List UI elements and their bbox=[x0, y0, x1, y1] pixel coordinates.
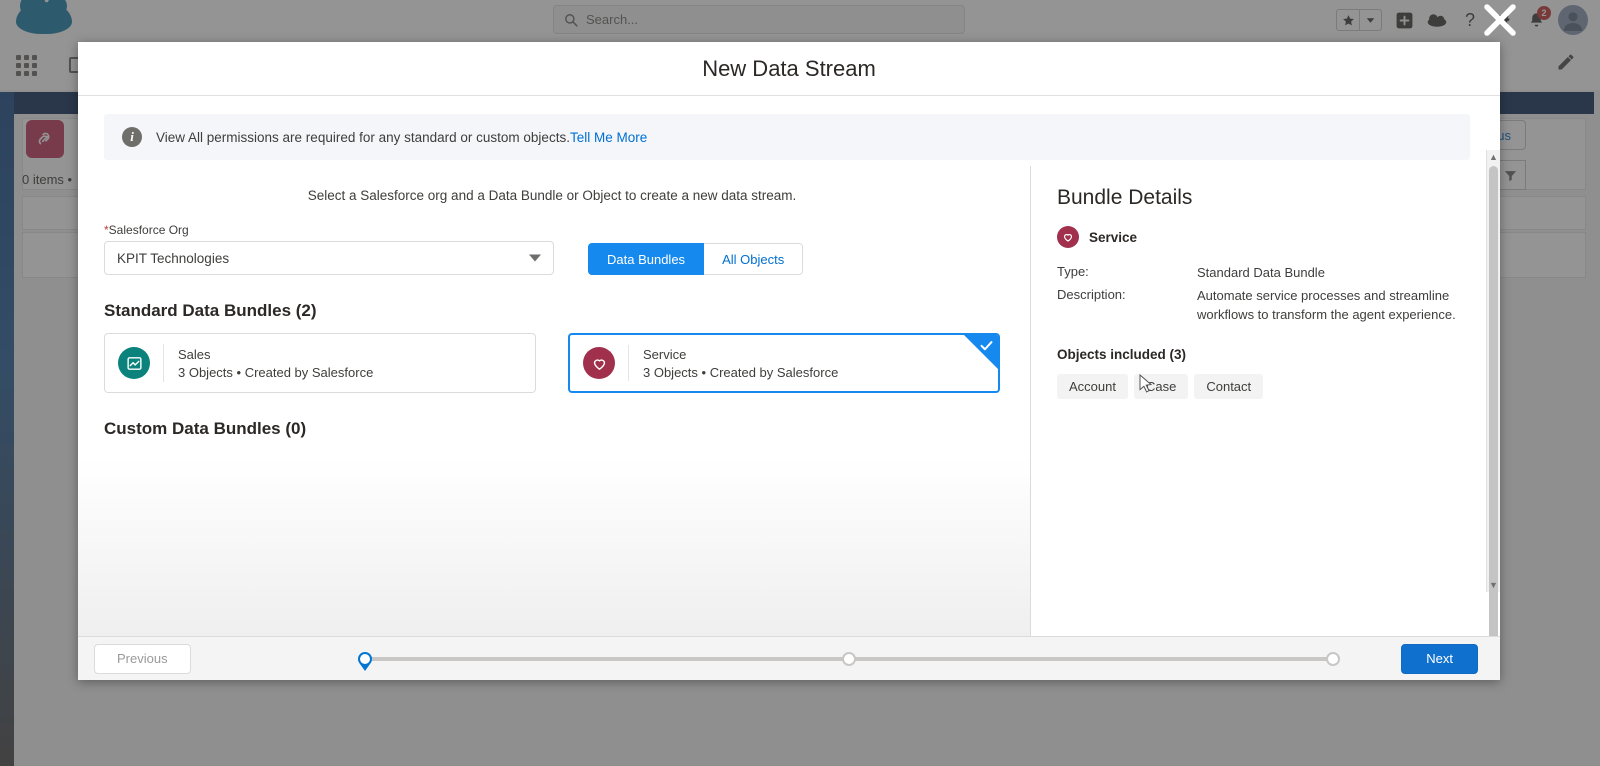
info-banner-text: View All permissions are required for an… bbox=[156, 130, 647, 145]
modal-columns: Select a Salesforce org and a Data Bundl… bbox=[78, 166, 1500, 636]
object-pill-account: Account bbox=[1057, 373, 1128, 399]
bundle-meta: 3 Objects • Created by Salesforce bbox=[643, 364, 839, 380]
previous-button[interactable]: Previous bbox=[94, 643, 191, 674]
service-heart-icon bbox=[1057, 226, 1079, 248]
info-icon: i bbox=[122, 127, 142, 147]
chevron-down-icon bbox=[529, 254, 541, 262]
bundle-icon-wrap bbox=[105, 347, 163, 379]
progress-step-1[interactable] bbox=[358, 651, 372, 666]
salesforce-org-value: KPIT Technologies bbox=[117, 250, 230, 266]
bundle-details-table: Type: Standard Data Bundle Description: … bbox=[1057, 264, 1477, 325]
bundle-details-heading: Bundle Details bbox=[1057, 186, 1193, 209]
modal-header: New Data Stream bbox=[78, 42, 1500, 96]
bundle-card-text: Service 3 Objects • Created by Salesforc… bbox=[629, 347, 838, 380]
salesforce-org-select[interactable]: KPIT Technologies bbox=[104, 241, 554, 275]
modal-footer: Previous Next bbox=[78, 636, 1500, 680]
bundle-name: Service bbox=[643, 346, 687, 362]
standard-bundle-list: Sales 3 Objects • Created by Salesforce bbox=[104, 333, 1000, 393]
check-icon bbox=[979, 338, 994, 356]
org-and-toggle-row: KPIT Technologies Data Bundles All Objec… bbox=[104, 241, 1000, 275]
salesforce-org-label-text: Salesforce Org bbox=[108, 223, 189, 237]
tab-data-bundles[interactable]: Data Bundles bbox=[588, 243, 705, 275]
object-pill-case: Case bbox=[1133, 373, 1189, 399]
objects-included-list: Account Case Contact bbox=[1057, 373, 1477, 399]
bundle-card-sales[interactable]: Sales 3 Objects • Created by Salesforce bbox=[104, 333, 536, 393]
wizard-progress-indicator bbox=[358, 650, 1340, 668]
progress-step-3[interactable] bbox=[1326, 651, 1340, 666]
bundle-details-column: Bundle Details Service Type: Standard Da… bbox=[1031, 166, 1500, 636]
bundle-card-service[interactable]: Service 3 Objects • Created by Salesforc… bbox=[568, 333, 1000, 393]
modal-body: i View All permissions are required for … bbox=[78, 96, 1500, 636]
tell-me-more-link[interactable]: Tell Me More bbox=[570, 130, 647, 145]
description-label: Description: bbox=[1057, 286, 1126, 302]
next-button[interactable]: Next bbox=[1401, 643, 1478, 674]
type-label: Type: bbox=[1057, 264, 1089, 279]
tab-all-objects[interactable]: All Objects bbox=[704, 243, 804, 275]
object-pill-contact: Contact bbox=[1194, 373, 1264, 399]
instruction-text: Select a Salesforce org and a Data Bundl… bbox=[307, 188, 797, 203]
bundle-selection-column: Select a Salesforce org and a Data Bundl… bbox=[78, 166, 1031, 636]
sales-chart-icon bbox=[118, 347, 150, 379]
bundle-name: Sales bbox=[178, 346, 211, 362]
scroll-up-arrow[interactable]: ▲ bbox=[1487, 150, 1500, 164]
bundle-details-name: Service bbox=[1089, 229, 1138, 245]
bundle-type-toggle: Data Bundles All Objects bbox=[588, 243, 804, 275]
bundle-details-name-row: Service bbox=[1057, 226, 1477, 248]
progress-steps bbox=[358, 651, 1340, 666]
bundle-meta: 3 Objects • Created by Salesforce bbox=[178, 364, 374, 380]
description-value: Automate service processes and streamlin… bbox=[1197, 287, 1456, 322]
objects-included-heading: Objects included (3) bbox=[1057, 346, 1187, 362]
info-banner-message: View All permissions are required for an… bbox=[156, 129, 570, 145]
scrollbar-thumb[interactable] bbox=[1489, 166, 1498, 636]
bundle-icon-wrap bbox=[570, 347, 628, 379]
modal-title: New Data Stream bbox=[702, 55, 876, 81]
bundle-card-text: Sales 3 Objects • Created by Salesforce bbox=[164, 347, 373, 380]
custom-bundles-heading: Custom Data Bundles (0) bbox=[104, 419, 307, 438]
standard-bundles-heading: Standard Data Bundles (2) bbox=[104, 301, 317, 320]
info-banner: i View All permissions are required for … bbox=[104, 114, 1470, 160]
new-data-stream-modal: New Data Stream i View All permissions a… bbox=[78, 42, 1500, 680]
type-value: Standard Data Bundle bbox=[1197, 265, 1325, 280]
salesforce-org-label: *Salesforce Org bbox=[104, 223, 1000, 237]
progress-step-2[interactable] bbox=[842, 651, 856, 666]
scroll-down-arrow[interactable]: ▼ bbox=[1487, 578, 1500, 592]
modal-scrollbar[interactable]: ▲ ▼ bbox=[1486, 150, 1500, 636]
service-heart-icon bbox=[583, 347, 615, 379]
